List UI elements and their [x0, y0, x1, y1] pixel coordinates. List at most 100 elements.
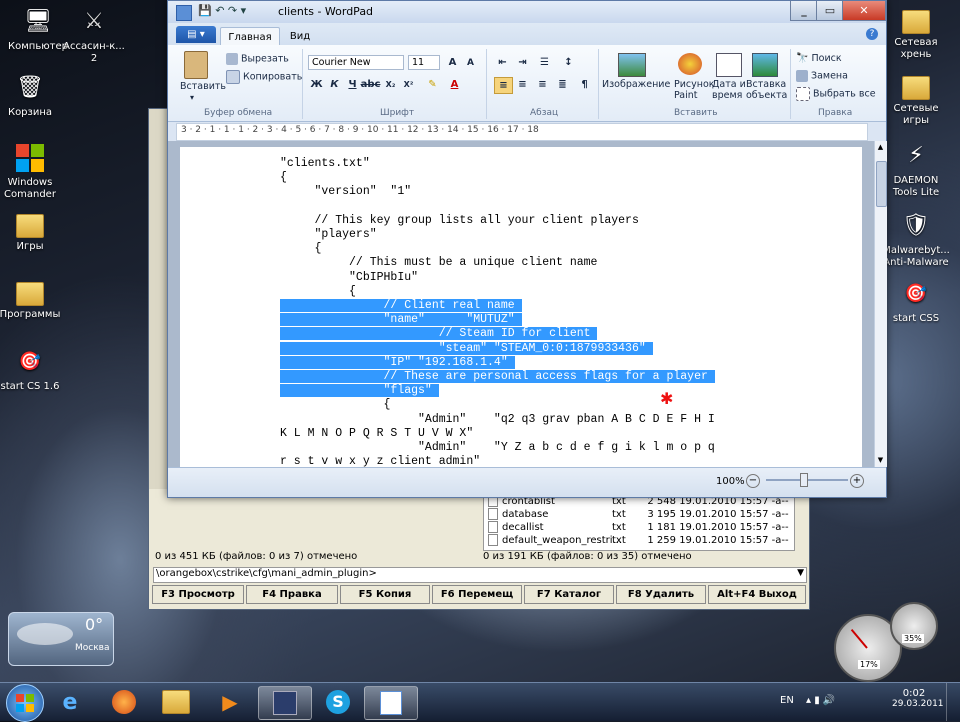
file-menu-button[interactable]: ▤ ▾	[176, 26, 216, 43]
taskbar-skype[interactable]: S	[312, 686, 364, 718]
desktop-icon-label: Корзина	[7, 107, 53, 118]
tab-view[interactable]: Вид	[282, 27, 318, 45]
desktop-icon-network-games[interactable]: Сетевые игры	[876, 72, 956, 127]
f6-move-button[interactable]: F6 Перемещ	[432, 585, 522, 604]
insert-group-label: Вставить	[674, 108, 718, 118]
document-page[interactable]: "clients.txt" { "version" "1" // This ke…	[180, 147, 862, 467]
selected-text: "flags"	[280, 384, 439, 398]
table-row[interactable]: decallist txt 1 181 19.01.2010 15:57 -a--	[488, 521, 789, 533]
insert-object-button[interactable]: Вставка объекта	[746, 79, 787, 101]
scroll-down-icon[interactable]: ▼	[876, 456, 885, 465]
file-list[interactable]: crontablist txt 2 548 19.01.2010 15:57 -a-…	[483, 493, 795, 551]
font-family-select[interactable]: Courier New	[308, 55, 404, 70]
table-row[interactable]: database txt 3 195 19.01.2010 15:57 -a--	[488, 508, 789, 520]
vertical-scrollbar[interactable]: ▲ ▼	[874, 141, 887, 467]
table-row[interactable]: default_weapon_restri...txt 1 259 19.01.2…	[488, 534, 789, 546]
superscript-button[interactable]: X²	[400, 77, 417, 92]
taskbar-total-commander[interactable]	[258, 686, 312, 720]
object-icon[interactable]	[752, 53, 778, 77]
maximize-button[interactable]: ▭	[816, 1, 844, 21]
desktop-icon-assassin[interactable]: ⚔ Ассасин-к... 2	[54, 6, 134, 65]
clock[interactable]: 0:02 29.03.2011	[892, 688, 944, 709]
shrink-font-button[interactable]: A	[462, 55, 479, 70]
justify-icon[interactable]: ≣	[554, 77, 571, 92]
paste-icon[interactable]	[184, 51, 208, 79]
align-center-icon[interactable]: ≡	[514, 77, 531, 92]
desktop-icon-daemon-tools[interactable]: ⚡ DAEMON Tools Lite	[876, 140, 956, 199]
replace-button[interactable]: Замена	[796, 70, 848, 82]
f5-copy-button[interactable]: F5 Копия	[340, 585, 430, 604]
help-icon[interactable]: ?	[866, 28, 878, 40]
zoom-out-icon[interactable]: −	[746, 474, 760, 488]
scroll-thumb[interactable]	[876, 161, 887, 207]
bold-button[interactable]: Ж	[308, 77, 325, 92]
show-desktop-button[interactable]	[946, 683, 960, 721]
desktop-icon-games[interactable]: Игры	[0, 210, 70, 253]
alt-f4-exit-button[interactable]: Alt+F4 Выход	[708, 585, 806, 604]
taskbar-firefox[interactable]	[98, 686, 150, 718]
zoom-slider-thumb[interactable]	[800, 473, 808, 487]
f7-mkdir-button[interactable]: F7 Каталог	[524, 585, 614, 604]
line-spacing-icon[interactable]: ↕	[560, 55, 577, 70]
scroll-up-icon[interactable]: ▲	[876, 143, 885, 152]
quick-access-icons[interactable]: 💾 ↶ ↷ ▾	[198, 4, 246, 17]
taskbar-media-player[interactable]: ▶	[204, 686, 256, 718]
list-icon[interactable]: ☰	[536, 55, 553, 70]
desktop-icon-malwarebytes[interactable]: 🛡 Malwarebyt... Anti-Malware	[876, 210, 956, 269]
language-indicator[interactable]: EN	[780, 695, 794, 706]
taskbar-wordpad[interactable]	[364, 686, 418, 720]
ruler[interactable]: 3 · 2 · 1 · 1 · 1 · 2 · 3 · 4 · 5 · 6 · …	[176, 123, 868, 141]
paragraph-settings-icon[interactable]: ¶	[576, 77, 593, 92]
highlight-icon[interactable]: ✎	[424, 77, 441, 92]
subscript-button[interactable]: X₂	[382, 77, 399, 92]
font-color-icon[interactable]: A	[446, 77, 463, 92]
close-button[interactable]: ✕	[842, 1, 886, 21]
align-left-icon[interactable]: ≡	[494, 77, 513, 94]
underline-button[interactable]: Ч	[344, 77, 361, 92]
folder-icon	[162, 690, 190, 714]
f8-delete-button[interactable]: F8 Удалить	[616, 585, 706, 604]
italic-button[interactable]: К	[326, 77, 343, 92]
image-icon[interactable]	[618, 53, 646, 77]
desktop-icon-start-cs16[interactable]: 🎯 start CS 1.6	[0, 346, 70, 393]
select-all-button[interactable]: Выбрать все	[796, 87, 876, 101]
chevron-down-icon[interactable]: ▼	[797, 568, 804, 578]
align-right-icon[interactable]: ≡	[534, 77, 551, 92]
desktop-icon-programs[interactable]: Программы	[0, 278, 70, 321]
paste-button[interactable]: Вставить	[180, 81, 226, 92]
strikethrough-button[interactable]: abc	[361, 77, 381, 92]
tab-home[interactable]: Главная	[220, 27, 280, 46]
document-text[interactable]: "clients.txt" { "version" "1" // This ke…	[280, 157, 715, 467]
insert-image-button[interactable]: Изображение	[602, 79, 670, 90]
grow-font-button[interactable]: A	[444, 55, 461, 70]
zoom-in-icon[interactable]: +	[850, 474, 864, 488]
tray-icons[interactable]: ▴ ▮ 🔊	[806, 695, 835, 706]
start-button[interactable]	[6, 684, 44, 722]
f4-edit-button[interactable]: F4 Правка	[246, 585, 338, 604]
skype-icon: S	[326, 690, 350, 714]
title-bar[interactable]: 💾 ↶ ↷ ▾ clients - WordPad _ ▭ ✕	[168, 1, 886, 23]
desktop-icon-recycle-bin[interactable]: 🗑 Корзина	[0, 72, 70, 119]
desktop-icon-start-css[interactable]: 🎯 start CSS	[876, 278, 956, 325]
desktop-icon-windows-commander[interactable]: Windows Comander	[0, 142, 70, 201]
f3-view-button[interactable]: F3 Просмотр	[152, 585, 244, 604]
paint-drawing-button[interactable]: Рисунок Paint	[674, 79, 715, 101]
copy-button[interactable]: Копировать	[226, 70, 302, 84]
taskbar-ie[interactable]: e	[44, 686, 96, 718]
memory-gauge[interactable]: 35%	[890, 602, 938, 650]
taskbar-explorer[interactable]	[150, 686, 202, 718]
wordpad-window[interactable]: 💾 ↶ ↷ ▾ clients - WordPad _ ▭ ✕ ▤ ▾ Глав…	[167, 0, 887, 498]
decrease-indent-icon[interactable]: ⇤	[494, 55, 511, 70]
weather-gadget[interactable]: 0° Москва	[8, 612, 114, 666]
desktop-icon-network-stuff[interactable]: Сетевая хрень	[876, 6, 956, 61]
calendar-icon[interactable]	[716, 53, 742, 77]
find-button[interactable]: 🔭 Поиск	[796, 53, 842, 64]
date-time-button[interactable]: Дата и время	[712, 79, 746, 101]
font-size-select[interactable]: 11	[408, 55, 440, 70]
paint-palette-icon[interactable]	[678, 53, 702, 75]
increase-indent-icon[interactable]: ⇥	[514, 55, 531, 70]
command-line[interactable]: \orangebox\cstrike\cfg\mani_admin_plugin…	[153, 567, 807, 583]
cut-button[interactable]: Вырезать	[226, 53, 289, 65]
chevron-down-icon[interactable]: ▾	[190, 93, 194, 102]
minimize-button[interactable]: _	[790, 1, 818, 21]
